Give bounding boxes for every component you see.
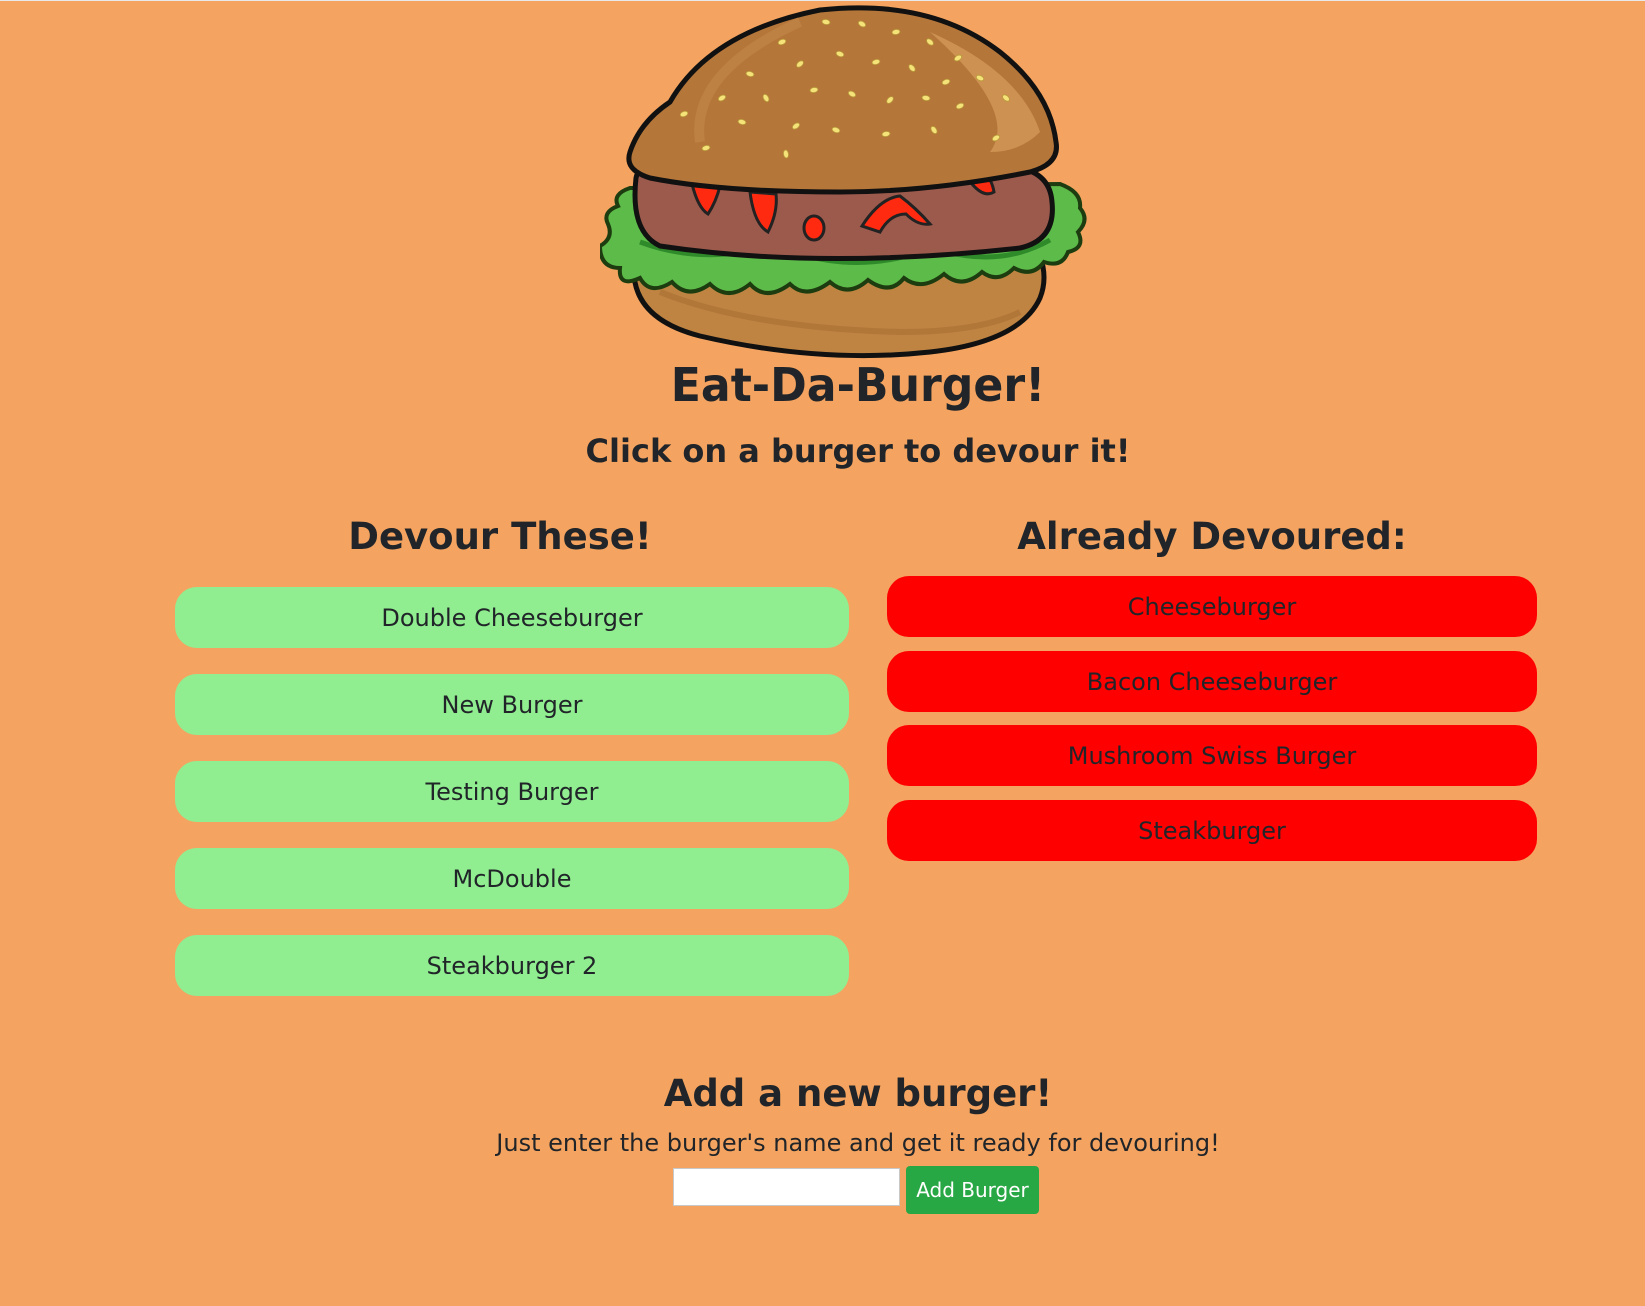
devour-heading: Devour These! [348,515,652,558]
devoured-burger-button[interactable]: Cheeseburger [887,576,1537,637]
devour-burger-button[interactable]: New Burger [175,674,849,735]
page-subtitle: Click on a burger to devour it! [585,432,1131,470]
page-title: Eat-Da-Burger! [670,358,1046,412]
page-top-border [0,0,1645,1]
devour-burger-button[interactable]: Steakburger 2 [175,935,849,996]
devoured-burger-button[interactable]: Mushroom Swiss Burger [887,725,1537,786]
devour-burger-button[interactable]: Testing Burger [175,761,849,822]
add-burger-heading: Add a new burger! [663,1072,1053,1115]
burger-icon [600,5,1087,359]
add-burger-button[interactable]: Add Burger [906,1166,1039,1214]
add-burger-instructions: Just enter the burger's name and get it … [496,1129,1220,1157]
devour-burger-button[interactable]: McDouble [175,848,849,909]
devoured-heading: Already Devoured: [1017,515,1407,558]
devoured-burger-button[interactable]: Bacon Cheeseburger [887,651,1537,712]
devour-burger-button[interactable]: Double Cheeseburger [175,587,849,648]
devoured-burger-button[interactable]: Steakburger [887,800,1537,861]
burger-name-input[interactable] [673,1168,900,1206]
